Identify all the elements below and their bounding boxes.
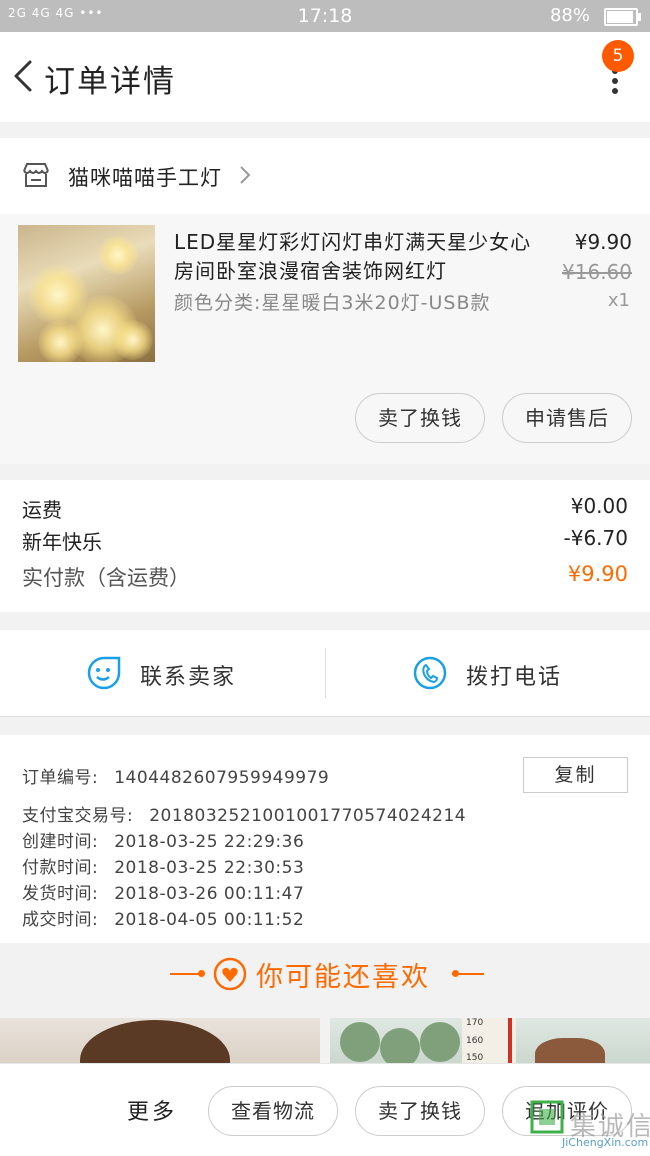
heart-icon [213,957,247,995]
discount-label: 新年快乐 [22,530,102,554]
total-value: ¥9.90 [567,562,628,586]
recommend-header: 你可能还喜欢 [0,943,650,1007]
paid-time-row: 付款时间: 2018-03-25 22:30:53 [22,853,304,878]
notification-badge: 5 [602,40,634,72]
shop-name: 猫咪喵喵手工灯 [68,166,222,190]
status-bar: 2G 4G 4G ••• 17:18 88% [0,0,650,32]
closed-time-row: 成交时间: 2018-04-05 00:11:52 [22,905,304,930]
alipay-number: 2018032521001001770574024214 [149,806,467,826]
battery-icon [604,8,641,26]
recommend-item-image[interactable]: 170 160 150 [330,1018,650,1068]
ruler-tick-label: 170 [466,1018,484,1028]
fee-summary: 运费 ¥0.00 新年快乐 -¥6.70 实付款（含运费） ¥9.90 [0,480,650,612]
divider [452,973,484,975]
contact-seller-button[interactable]: 联系卖家 [0,630,325,716]
battery-percent: 88% [549,5,590,26]
order-number: 1404482607959949979 [114,768,330,788]
paid-time: 2018-03-25 22:30:53 [114,858,305,878]
watermark-en: JiChengXin.com [562,1136,649,1149]
bottom-action-bar: 更多 查看物流 卖了换钱 追加评价 集诚信 JiChengXin.com [0,1063,650,1156]
chevron-right-icon [238,164,252,190]
contact-bar: 联系卖家 拨打电话 [0,630,650,717]
order-number-row: 订单编号: 1404482607959949979 [22,763,329,788]
page-title: 订单详情 [44,64,176,100]
product-image[interactable] [18,225,155,362]
divider-dot [198,970,205,977]
shipped-time-row: 发货时间: 2018-03-26 00:11:47 [22,879,304,904]
order-number-label: 订单编号: [22,768,99,788]
shipping-value: ¥0.00 [570,494,628,518]
alipay-number-label: 支付宝交易号: [22,806,134,826]
call-phone-label: 拨打电话 [466,665,563,690]
paid-time-label: 付款时间: [22,858,99,878]
view-logistics-button[interactable]: 查看物流 [208,1086,338,1136]
shipping-label: 运费 [22,498,62,522]
product-original-price: ¥16.60 [562,260,632,284]
product-quantity: x1 [607,290,630,311]
chat-smile-icon [86,655,122,695]
shop-row[interactable]: 猫咪喵喵手工灯 [0,138,650,215]
product-price: ¥9.90 [574,230,632,254]
phone-icon [412,655,448,695]
total-row: 实付款（含运费） ¥9.90 [22,562,628,592]
discount-value: -¥6.70 [563,526,628,550]
closed-time: 2018-04-05 00:11:52 [114,910,305,930]
ruler-tick-label: 150 [466,1053,484,1063]
created-time: 2018-03-25 22:29:36 [114,832,305,852]
product-title[interactable]: LED星星灯彩灯闪灯串灯满天星少女心房间卧室浪漫宿舍装饰网红灯 [174,228,549,286]
top-bar: 订单详情 5 [0,32,650,122]
discount-row: 新年快乐 -¥6.70 [22,526,628,556]
created-time-label: 创建时间: [22,832,99,852]
more-link[interactable]: 更多 [127,1094,177,1126]
order-info: 订单编号: 1404482607959949979 复制 支付宝交易号: 20180… [0,735,650,943]
recommend-item-image[interactable] [0,1018,320,1068]
contact-seller-label: 联系卖家 [140,665,237,690]
shipped-time-label: 发货时间: [22,884,99,904]
call-phone-button[interactable]: 拨打电话 [326,630,650,716]
copy-button[interactable]: 复制 [523,757,628,793]
product-sku: 颜色分类:星星暖白3米20灯-USB款 [174,292,491,314]
shipping-row: 运费 ¥0.00 [22,494,628,524]
ruler-tick-label: 160 [466,1036,484,1046]
total-label: 实付款（含运费） [22,566,190,590]
closed-time-label: 成交时间: [22,910,99,930]
shipped-time: 2018-03-26 00:11:47 [114,884,305,904]
sell-button[interactable]: 卖了换钱 [355,1086,485,1136]
back-icon[interactable] [10,56,40,96]
recommend-title: 你可能还喜欢 [256,962,430,993]
alipay-number-row: 支付宝交易号: 2018032521001001770574024214 [22,801,466,826]
created-time-row: 创建时间: 2018-03-25 22:29:36 [22,827,304,852]
sell-button[interactable]: 卖了换钱 [355,393,485,443]
store-icon [22,162,50,192]
product-card[interactable]: LED星星灯彩灯闪灯串灯满天星少女心房间卧室浪漫宿舍装饰网红灯 颜色分类:星星暖… [0,214,650,464]
aftersale-button[interactable]: 申请售后 [502,393,632,443]
